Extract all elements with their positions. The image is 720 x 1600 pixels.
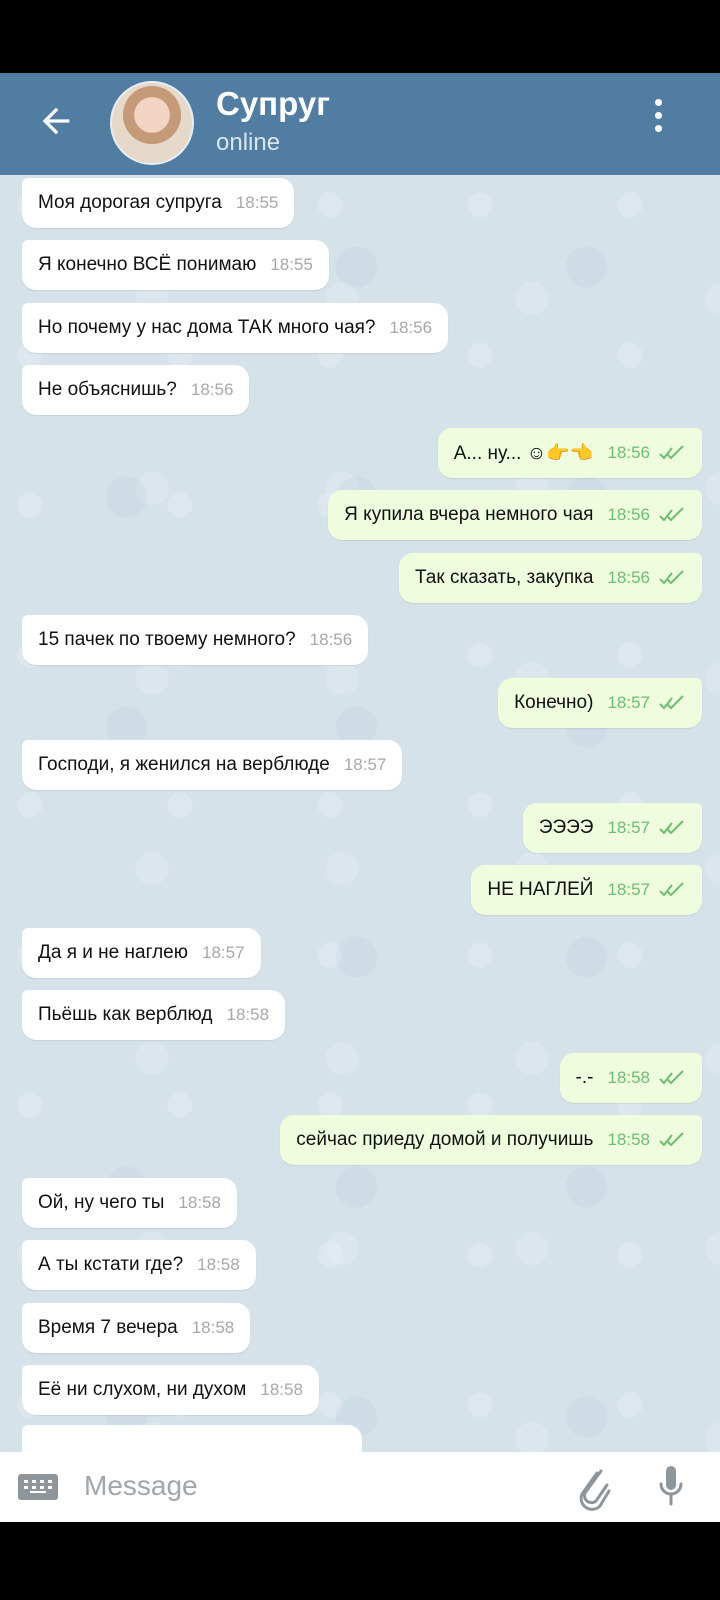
message-time: 18:56 bbox=[607, 505, 650, 524]
message-bubble[interactable]: Я купила вчера немного чая 18:56 bbox=[328, 490, 702, 540]
message-text: НЕ НАГЛЕЙ bbox=[487, 879, 594, 900]
message-time: 18:57 bbox=[343, 755, 387, 774]
message-text: Я конечно ВСЁ понимаю bbox=[38, 254, 257, 275]
double-check-icon bbox=[659, 695, 684, 710]
message-text: Её ни слухом, ни духом bbox=[38, 1379, 247, 1400]
microphone-icon[interactable] bbox=[654, 1462, 688, 1514]
message-time: 18:58 bbox=[178, 1193, 221, 1212]
double-check-icon bbox=[659, 445, 684, 460]
double-check-icon bbox=[659, 1132, 684, 1147]
message-time: 18:56 bbox=[607, 568, 650, 587]
double-check-icon bbox=[659, 820, 684, 835]
message-text: -.- bbox=[575, 1067, 594, 1088]
message-text: Конечно) bbox=[514, 692, 594, 713]
double-check-icon bbox=[659, 570, 684, 585]
message-time: 18:57 bbox=[202, 943, 245, 962]
more-vertical-icon[interactable] bbox=[652, 99, 664, 139]
message-time: 18:58 bbox=[191, 1318, 235, 1337]
message-time: 18:58 bbox=[607, 1068, 650, 1087]
message-input-bar: Message bbox=[0, 1452, 720, 1522]
double-check-icon bbox=[659, 507, 684, 522]
message-text: сейчас приеду домой и получишь bbox=[296, 1129, 594, 1150]
message-bubble bbox=[22, 1425, 362, 1452]
message-bubble[interactable]: Да я и не наглею 18:57 bbox=[22, 928, 261, 978]
paperclip-icon[interactable] bbox=[574, 1462, 614, 1512]
message-text: Я купила вчера немного чая bbox=[344, 504, 594, 525]
message-bubble[interactable]: Но почему у нас дома ТАК много чая? 18:5… bbox=[22, 303, 449, 353]
message-text: Но почему у нас дома ТАК много чая? bbox=[38, 317, 376, 338]
chat-header: Супруг online bbox=[0, 73, 720, 175]
message-bubble[interactable]: сейчас приеду домой и получишь 18:58 bbox=[280, 1115, 702, 1165]
message-bubble[interactable]: -.- 18:58 bbox=[559, 1053, 702, 1103]
message-time: 18:58 bbox=[197, 1255, 240, 1274]
message-text: А... ну... ☺👉👈 bbox=[453, 443, 594, 464]
message-time: 18:58 bbox=[607, 1130, 650, 1149]
message-time: 18:57 bbox=[607, 693, 650, 712]
message-time: 18:56 bbox=[389, 318, 433, 337]
message-list[interactable]: Моя дорогая супруга 18:55 Я конечно ВСЁ … bbox=[0, 175, 720, 1452]
message-bubble[interactable]: Я конечно ВСЁ понимаю 18:55 bbox=[22, 240, 329, 290]
message-bubble[interactable]: Время 7 вечера 18:58 bbox=[22, 1303, 251, 1353]
message-bubble[interactable]: Пьёшь как верблюд 18:58 bbox=[22, 990, 286, 1040]
message-text: 15 пачек по твоему немного? bbox=[38, 629, 296, 650]
message-time: 18:57 bbox=[607, 880, 650, 899]
message-time: 18:55 bbox=[235, 193, 279, 212]
message-bubble[interactable]: А ты кстати где? 18:58 bbox=[22, 1240, 256, 1290]
message-bubble[interactable]: 15 пачек по твоему немного? 18:56 bbox=[22, 615, 369, 665]
message-input[interactable]: Message bbox=[84, 1470, 198, 1502]
message-bubble[interactable]: Конечно) 18:57 bbox=[498, 678, 702, 728]
back-arrow-icon[interactable] bbox=[36, 101, 76, 141]
message-bubble[interactable]: НЕ НАГЛЕЙ 18:57 bbox=[471, 865, 702, 915]
message-time: 18:57 bbox=[607, 818, 650, 837]
message-bubble[interactable]: А... ну... ☺👉👈 18:56 bbox=[437, 428, 702, 478]
message-text: Так сказать, закупка bbox=[415, 567, 594, 588]
message-time: 18:56 bbox=[309, 630, 353, 649]
message-time: 18:55 bbox=[270, 255, 313, 274]
message-text: Ой, ну чего ты bbox=[38, 1192, 165, 1213]
message-time: 18:58 bbox=[260, 1380, 303, 1399]
message-text: Моя дорогая супруга bbox=[38, 192, 222, 213]
message-time: 18:56 bbox=[190, 380, 234, 399]
double-check-icon bbox=[659, 1070, 684, 1085]
message-bubble[interactable]: Так сказать, закупка 18:56 bbox=[399, 553, 702, 603]
message-bubble[interactable]: ЭЭЭЭ 18:57 bbox=[522, 803, 702, 853]
contact-status: online bbox=[216, 129, 281, 156]
message-bubble[interactable]: Не объяснишь? 18:56 bbox=[22, 365, 250, 415]
avatar[interactable] bbox=[110, 81, 194, 165]
message-text: Господи, я женился на верблюде bbox=[38, 754, 330, 775]
message-text: ЭЭЭЭ bbox=[538, 817, 594, 838]
contact-name[interactable]: Супруг bbox=[216, 85, 330, 123]
double-check-icon bbox=[659, 882, 684, 897]
message-bubble[interactable]: Господи, я женился на верблюде 18:57 bbox=[22, 740, 403, 790]
message-text: Пьёшь как верблюд bbox=[38, 1004, 213, 1025]
message-bubble[interactable]: Моя дорогая супруга 18:55 bbox=[22, 178, 295, 228]
message-text: Время 7 вечера bbox=[38, 1317, 178, 1338]
message-text: А ты кстати где? bbox=[38, 1254, 184, 1275]
message-text: Не объяснишь? bbox=[38, 379, 177, 400]
message-text: Да я и не наглею bbox=[38, 942, 188, 963]
keyboard-icon[interactable] bbox=[18, 1474, 58, 1500]
message-bubble[interactable]: Её ни слухом, ни духом 18:58 bbox=[22, 1365, 319, 1415]
message-time: 18:56 bbox=[607, 443, 650, 462]
message-time: 18:58 bbox=[226, 1005, 270, 1024]
message-bubble[interactable]: Ой, ну чего ты 18:58 bbox=[22, 1178, 237, 1228]
